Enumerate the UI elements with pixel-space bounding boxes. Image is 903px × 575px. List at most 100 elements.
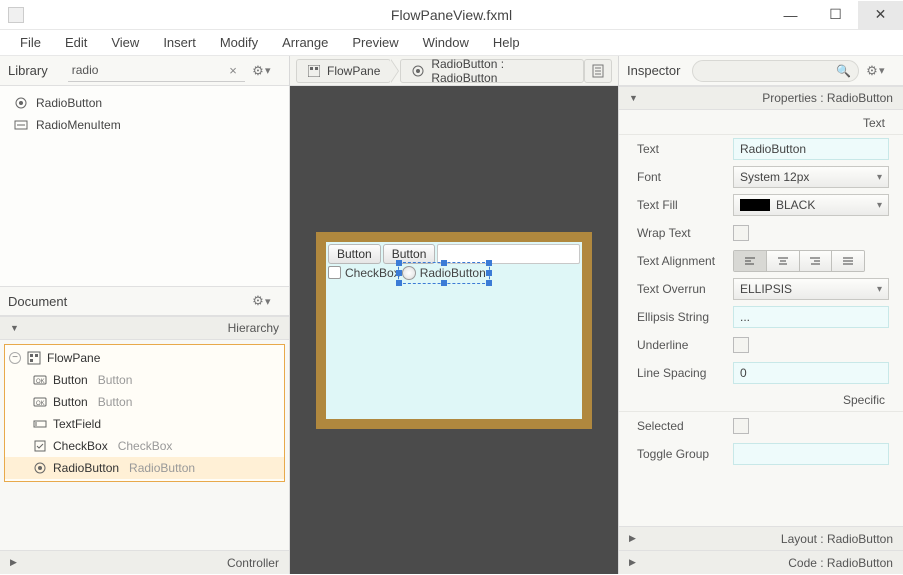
triangle-right-icon: ▶ bbox=[629, 533, 636, 544]
library-item-radiomenuitem[interactable]: RadioMenuItem bbox=[0, 114, 289, 136]
tree-row-radiobutton[interactable]: RadioButton RadioButton bbox=[5, 457, 284, 479]
prop-font-combo[interactable]: System 12px bbox=[733, 166, 889, 188]
radio-icon bbox=[33, 461, 47, 475]
align-center-button[interactable] bbox=[767, 251, 800, 271]
prop-textfill-value: BLACK bbox=[776, 198, 815, 212]
tree-label: CheckBox bbox=[53, 439, 108, 453]
prop-wraptext-label: Wrap Text bbox=[637, 226, 723, 240]
inspector-title: Inspector bbox=[627, 63, 680, 78]
tree-row-button[interactable]: OK Button Button bbox=[5, 369, 284, 391]
menu-insert[interactable]: Insert bbox=[163, 35, 196, 50]
titlebar: FlowPaneView.fxml — ☐ ✕ bbox=[0, 0, 903, 30]
prop-font-value: System 12px bbox=[740, 170, 809, 184]
prop-wraptext-checkbox[interactable] bbox=[733, 225, 749, 241]
controller-header[interactable]: ▶ Controller bbox=[0, 550, 289, 574]
menu-help[interactable]: Help bbox=[493, 35, 520, 50]
tree-row-flowpane[interactable]: − FlowPane bbox=[5, 347, 284, 369]
canvas-textfield[interactable] bbox=[437, 244, 580, 264]
library-menu-chevron-icon[interactable]: ▾ bbox=[265, 64, 277, 77]
tree-row-checkbox[interactable]: CheckBox CheckBox bbox=[5, 435, 284, 457]
library-menu-icon[interactable]: ⚙ bbox=[251, 64, 265, 78]
prop-selected: Selected bbox=[619, 412, 903, 440]
menu-view[interactable]: View bbox=[111, 35, 139, 50]
tree-label: Button bbox=[53, 373, 88, 387]
properties-section-label: Properties : RadioButton bbox=[762, 91, 893, 105]
align-left-button[interactable] bbox=[734, 251, 767, 271]
document-title: Document bbox=[8, 294, 67, 309]
prop-linespacing-input[interactable] bbox=[733, 362, 889, 384]
menu-preview[interactable]: Preview bbox=[352, 35, 398, 50]
radio-icon bbox=[14, 96, 28, 110]
controller-label: Controller bbox=[227, 556, 279, 570]
canvas-button-1[interactable]: Button bbox=[328, 244, 381, 264]
hierarchy-header[interactable]: ▼ Hierarchy bbox=[0, 316, 289, 340]
close-button[interactable]: ✕ bbox=[858, 1, 903, 29]
svg-text:OK: OK bbox=[36, 401, 45, 407]
prop-linespacing-label: Line Spacing bbox=[637, 366, 723, 380]
prop-togglegroup-input[interactable] bbox=[733, 443, 889, 465]
prop-textfill-combo[interactable]: BLACK bbox=[733, 194, 889, 216]
code-section-header[interactable]: ▶ Code : RadioButton bbox=[619, 550, 903, 574]
tree-sublabel: RadioButton bbox=[129, 461, 195, 475]
library-item-label: RadioMenuItem bbox=[36, 118, 121, 132]
canvas-radio-label: RadioButton bbox=[420, 266, 486, 280]
library-item-radiobutton[interactable]: RadioButton bbox=[0, 92, 289, 114]
triangle-down-icon: ▼ bbox=[629, 93, 638, 103]
design-canvas[interactable]: Button Button CheckBox RadioButton bbox=[290, 86, 618, 574]
document-menu-icon[interactable]: ⚙ bbox=[251, 294, 265, 308]
prop-ellipsis-input[interactable] bbox=[733, 306, 889, 328]
menu-edit[interactable]: Edit bbox=[65, 35, 87, 50]
prop-underline-checkbox[interactable] bbox=[733, 337, 749, 353]
document-header: Document ⚙ ▾ bbox=[0, 286, 289, 316]
menu-modify[interactable]: Modify bbox=[220, 35, 258, 50]
tree-row-button[interactable]: OK Button Button bbox=[5, 391, 284, 413]
canvas-button-2[interactable]: Button bbox=[383, 244, 436, 264]
layout-section-header[interactable]: ▶ Layout : RadioButton bbox=[619, 526, 903, 550]
document-menu-chevron-icon[interactable]: ▾ bbox=[265, 295, 277, 308]
tree-label: Button bbox=[53, 395, 88, 409]
layout-section-label: Layout : RadioButton bbox=[781, 532, 893, 546]
canvas-checkbox-label: CheckBox bbox=[345, 266, 400, 280]
prop-selected-checkbox[interactable] bbox=[733, 418, 749, 434]
document-options-icon[interactable] bbox=[584, 59, 612, 83]
inspector-header: Inspector 🔍 ⚙ ▾ bbox=[619, 56, 903, 86]
maximize-button[interactable]: ☐ bbox=[813, 1, 858, 29]
inspector-search-input[interactable] bbox=[692, 60, 859, 82]
group-text-label: Text bbox=[619, 110, 903, 135]
prop-font-label: Font bbox=[637, 170, 723, 184]
prop-text-input[interactable] bbox=[733, 138, 889, 160]
menu-window[interactable]: Window bbox=[423, 35, 469, 50]
prop-ellipsis: Ellipsis String bbox=[619, 303, 903, 331]
radio-icon bbox=[411, 64, 425, 78]
prop-textoverrun-combo[interactable]: ELLIPSIS bbox=[733, 278, 889, 300]
clear-search-icon[interactable]: × bbox=[225, 63, 241, 79]
inspector-menu-icon[interactable]: ⚙ bbox=[865, 64, 879, 78]
canvas-checkbox[interactable]: CheckBox bbox=[328, 266, 400, 280]
align-justify-button[interactable] bbox=[832, 251, 864, 271]
collapse-icon[interactable]: − bbox=[9, 352, 21, 364]
breadcrumb-item-radiobutton[interactable]: RadioButton : RadioButton bbox=[400, 59, 584, 83]
minimize-button[interactable]: — bbox=[768, 1, 813, 29]
breadcrumb-item-flowpane[interactable]: FlowPane bbox=[296, 59, 391, 83]
text-align-toggle bbox=[733, 250, 865, 272]
breadcrumb-label: RadioButton : RadioButton bbox=[431, 57, 573, 85]
prop-selected-label: Selected bbox=[637, 419, 723, 433]
prop-text: Text bbox=[619, 135, 903, 163]
flowpane-icon bbox=[307, 64, 321, 78]
properties-section-header[interactable]: ▼ Properties : RadioButton bbox=[619, 86, 903, 110]
prop-togglegroup: Toggle Group bbox=[619, 440, 903, 468]
library-item-label: RadioButton bbox=[36, 96, 102, 110]
tree-row-textfield[interactable]: TextField bbox=[5, 413, 284, 435]
canvas-window-frame: Button Button CheckBox RadioButton bbox=[316, 232, 592, 429]
align-right-button[interactable] bbox=[800, 251, 833, 271]
code-section-label: Code : RadioButton bbox=[788, 556, 893, 570]
tree-label: FlowPane bbox=[47, 351, 100, 365]
color-swatch-icon bbox=[740, 199, 770, 211]
canvas-flowpane[interactable]: Button Button CheckBox RadioButton bbox=[326, 242, 582, 419]
library-search-input[interactable] bbox=[68, 60, 245, 82]
canvas-radiobutton[interactable]: RadioButton bbox=[402, 266, 486, 280]
prop-linespacing: Line Spacing bbox=[619, 359, 903, 387]
menu-file[interactable]: File bbox=[20, 35, 41, 50]
inspector-menu-chevron-icon[interactable]: ▾ bbox=[879, 64, 891, 77]
menu-arrange[interactable]: Arrange bbox=[282, 35, 328, 50]
